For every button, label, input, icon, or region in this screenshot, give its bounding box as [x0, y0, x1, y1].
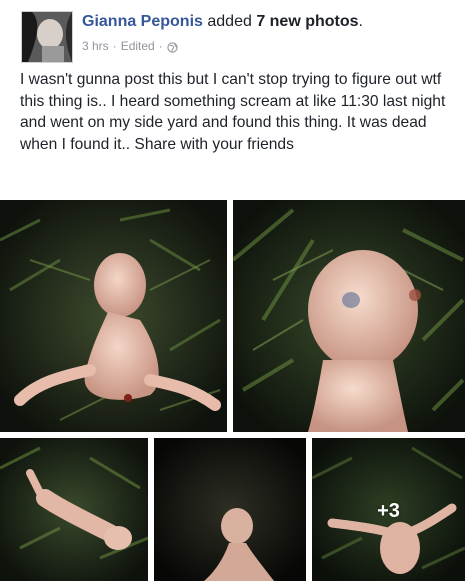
post-action-text: added	[202, 13, 257, 30]
photo-4[interactable]	[154, 438, 306, 581]
post-action-period: .	[358, 13, 363, 30]
post-title-line: Gianna Peponis added 7 new photos.	[82, 12, 363, 32]
photo-5[interactable]: +3	[312, 438, 465, 581]
author-name-link[interactable]: Gianna Peponis	[82, 13, 203, 30]
photo-2[interactable]	[233, 200, 465, 432]
avatar[interactable]	[21, 11, 73, 63]
post-text: I wasn't gunna post this but I can't sto…	[20, 71, 446, 153]
photo-1[interactable]	[0, 200, 227, 432]
post-meta: 3 hrs · Edited ·	[82, 38, 178, 54]
edited-label[interactable]: Edited	[121, 38, 155, 54]
photo-3[interactable]	[0, 438, 148, 581]
post-header: Gianna Peponis added 7 new photos. 3 hrs…	[0, 0, 465, 64]
meta-separator: ·	[112, 39, 117, 53]
meta-separator: ·	[158, 39, 163, 53]
more-photos-count[interactable]: +3	[312, 500, 465, 523]
photo-count-link[interactable]: 7 new photos	[256, 13, 358, 30]
globe-icon[interactable]	[167, 41, 178, 53]
post-timestamp[interactable]: 3 hrs	[82, 38, 109, 54]
